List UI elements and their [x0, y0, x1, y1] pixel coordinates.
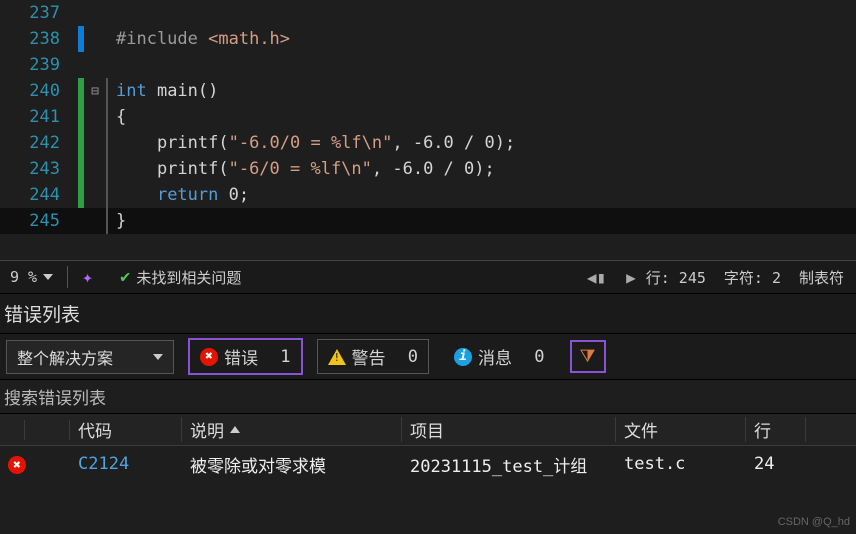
col-code[interactable]: 代码	[70, 417, 182, 442]
code-text[interactable]: return 0;	[116, 185, 249, 205]
messages-filter-button[interactable]: i 消息 0	[443, 339, 556, 374]
code-line-245[interactable]: 245}	[0, 208, 856, 234]
scope-dropdown[interactable]: 整个解决方案	[6, 340, 174, 374]
error-line-no: 24	[746, 454, 806, 474]
error-project: 20231115_test_计组	[402, 452, 616, 477]
col-line[interactable]: 行	[746, 417, 806, 442]
error-icon: ✖	[200, 348, 218, 366]
error-filter-bar: 整个解决方案 ✖ 错误 1 警告 0 i 消息 0 ⧩	[0, 334, 856, 380]
line-number: 237	[0, 3, 78, 23]
code-editor[interactable]: 237 238 #include <math.h> 239 240 ⊟ int main()…	[0, 0, 856, 260]
code-text[interactable]: printf("-6/0 = %lf\n", -6.0 / 0);	[116, 159, 495, 179]
info-icon: i	[454, 348, 472, 366]
change-marker	[78, 130, 84, 156]
intellicode-icon[interactable]: ✦	[72, 267, 110, 288]
watermark: CSDN @Q_hd	[778, 516, 850, 528]
code-line-240[interactable]: 240 ⊟ int main()	[0, 78, 856, 104]
cursor-line: 行: 245	[646, 267, 706, 288]
code-text[interactable]: {	[116, 107, 126, 127]
zoom-level[interactable]: 9 %	[0, 268, 63, 286]
error-icon: ✖	[8, 456, 26, 474]
status-bar: 9 % ✦ ✔未找到相关问题 ◀▮ ▶ 行: 245 字符: 2 制表符	[0, 260, 856, 294]
col-description[interactable]: 说明	[182, 417, 402, 442]
code-line-238[interactable]: 238 #include <math.h>	[0, 26, 856, 52]
error-code[interactable]: C2124	[70, 454, 182, 474]
code-line-239[interactable]: 239	[0, 52, 856, 78]
col-project[interactable]: 项目	[402, 417, 616, 442]
code-line-244[interactable]: 244 return 0;	[0, 182, 856, 208]
line-number: 245	[0, 211, 78, 231]
code-line-243[interactable]: 243 printf("-6/0 = %lf\n", -6.0 / 0);	[0, 156, 856, 182]
nav-fwd-icon[interactable]: ▶	[616, 268, 646, 287]
col-file[interactable]: 文件	[616, 417, 746, 442]
code-line-237[interactable]: 237	[0, 0, 856, 26]
error-list-title[interactable]: 错误列表	[0, 294, 856, 334]
line-number: 244	[0, 185, 78, 205]
nav-back-icon[interactable]: ◀▮	[577, 268, 616, 287]
sort-asc-icon	[230, 426, 240, 433]
code-text[interactable]: printf("-6.0/0 = %lf\n", -6.0 / 0);	[116, 133, 515, 153]
filter-icon[interactable]: ⧩	[570, 340, 606, 373]
code-text[interactable]: }	[116, 211, 126, 231]
error-row[interactable]: ✖ C2124被零除或对零求模20231115_test_计组test.c24	[0, 446, 856, 482]
issues-indicator[interactable]: ✔未找到相关问题	[110, 267, 251, 288]
error-file: test.c	[616, 454, 746, 474]
error-table-header: 代码 说明 项目 文件 行	[0, 414, 856, 446]
code-line-242[interactable]: 242 printf("-6.0/0 = %lf\n", -6.0 / 0);	[0, 130, 856, 156]
line-number: 242	[0, 133, 78, 153]
line-number: 241	[0, 107, 78, 127]
line-number: 238	[0, 29, 78, 49]
code-text[interactable]: int main()	[116, 81, 218, 101]
warning-icon	[328, 349, 346, 365]
change-marker	[78, 182, 84, 208]
change-marker	[78, 156, 84, 182]
fold-toggle[interactable]: ⊟	[84, 84, 106, 99]
change-marker	[78, 26, 84, 52]
warnings-filter-button[interactable]: 警告 0	[317, 339, 430, 374]
cursor-col: 字符: 2	[724, 267, 781, 288]
error-search-input[interactable]: 搜索错误列表	[0, 380, 856, 414]
col-icon[interactable]	[0, 420, 70, 440]
change-marker	[78, 104, 84, 130]
errors-filter-button[interactable]: ✖ 错误 1	[188, 338, 303, 375]
indent-mode: 制表符	[799, 267, 844, 288]
code-text[interactable]: #include <math.h>	[116, 29, 290, 49]
line-number: 239	[0, 55, 78, 75]
code-line-241[interactable]: 241 {	[0, 104, 856, 130]
line-number: 243	[0, 159, 78, 179]
line-number: 240	[0, 81, 78, 101]
error-desc: 被零除或对零求模	[182, 452, 402, 477]
